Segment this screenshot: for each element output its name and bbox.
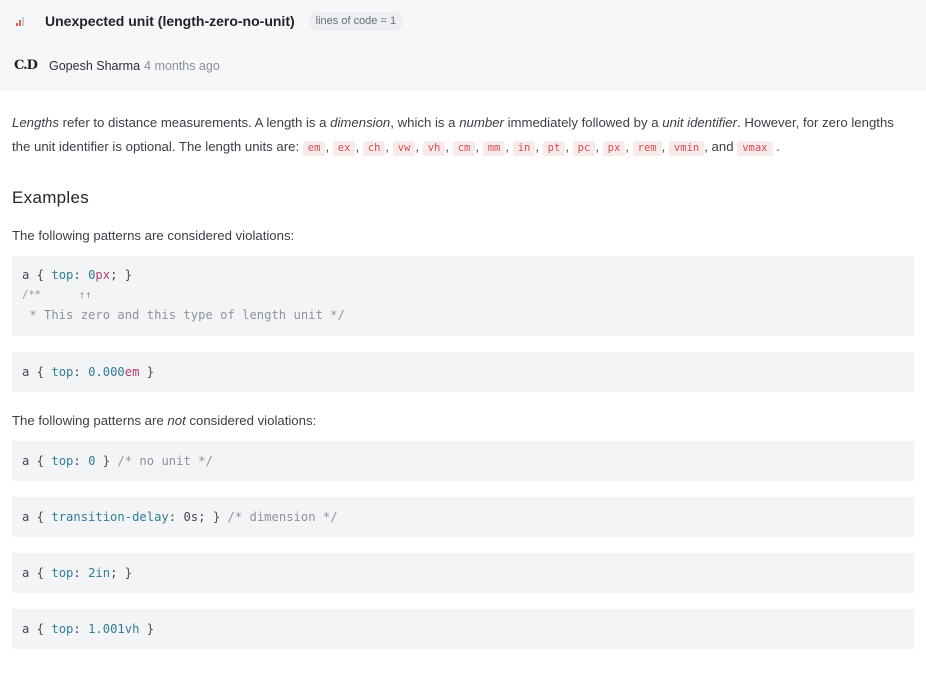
term-lengths: Lengths — [12, 115, 59, 130]
unit-chip: vw — [392, 141, 416, 156]
unit-chip: pt — [542, 141, 566, 156]
unit-chip: cm — [452, 141, 476, 156]
timestamp: 4 months ago — [144, 58, 220, 73]
unit-chip: mm — [482, 141, 506, 156]
intro-paragraph: Lengths refer to distance measurements. … — [12, 111, 914, 160]
author-name[interactable]: Gopesh Sharma — [49, 59, 140, 73]
code-block-violation-1: a { top: 0px; } /** ↑↑ * This zero and t… — [12, 256, 914, 336]
code-block-ok-2: a { transition-delay: 0s; } /* dimension… — [12, 497, 914, 537]
unit-chip: px — [602, 141, 626, 156]
issue-title-row: Unexpected unit (length-zero-no-unit) li… — [16, 10, 404, 32]
avatar: C.D — [14, 58, 38, 73]
term-dimension: dimension — [330, 115, 391, 130]
code-block-violation-2: a { top: 0.000em } — [12, 352, 914, 392]
unit-chip: em — [302, 141, 326, 156]
unit-chip: vh — [422, 141, 446, 156]
unit-chip: vmin — [668, 141, 705, 156]
unit-list: em, ex, ch, vw, vh, cm, mm, in, pt, pc, … — [302, 139, 780, 156]
nonviolations-lead: The following patterns are not considere… — [12, 413, 317, 428]
violations-lead: The following patterns are considered vi… — [12, 228, 295, 243]
code-block-ok-4: a { top: 1.001vh } — [12, 609, 914, 649]
unit-chip: ch — [362, 141, 386, 156]
code-block-ok-1: a { top: 0 } /* no unit */ — [12, 441, 914, 481]
lines-of-code-badge: lines of code = 1 — [308, 11, 404, 31]
issue-header: Unexpected unit (length-zero-no-unit) li… — [0, 0, 926, 91]
unit-chip: pc — [572, 141, 596, 156]
unit-chip: vmax — [737, 141, 773, 156]
author-row: C.D Gopesh Sharma 4 months ago — [14, 58, 220, 73]
code-line: a { top: 0px; } — [22, 268, 133, 282]
intro-text: immediately followed by a — [503, 115, 663, 130]
unit-chip: ex — [332, 141, 356, 156]
examples-heading: Examples — [12, 188, 90, 207]
term-number: number — [459, 115, 504, 130]
rule-description: Lengths refer to distance measurements. … — [0, 111, 926, 649]
severity-icon — [16, 16, 28, 26]
code-comment: * This zero and this type of length unit… — [22, 308, 345, 322]
intro-text: , which is a — [390, 115, 460, 130]
unit-chip: in — [512, 141, 536, 156]
unit-chip: rem — [632, 141, 662, 156]
intro-text: refer to distance measurements. A length… — [58, 115, 331, 130]
issue-title: Unexpected unit (length-zero-no-unit) — [45, 13, 295, 29]
term-unit-identifier: unit identifier — [662, 115, 738, 130]
code-block-ok-3: a { top: 2in; } — [12, 553, 914, 593]
code-comment: /** ↑↑ — [22, 289, 92, 301]
